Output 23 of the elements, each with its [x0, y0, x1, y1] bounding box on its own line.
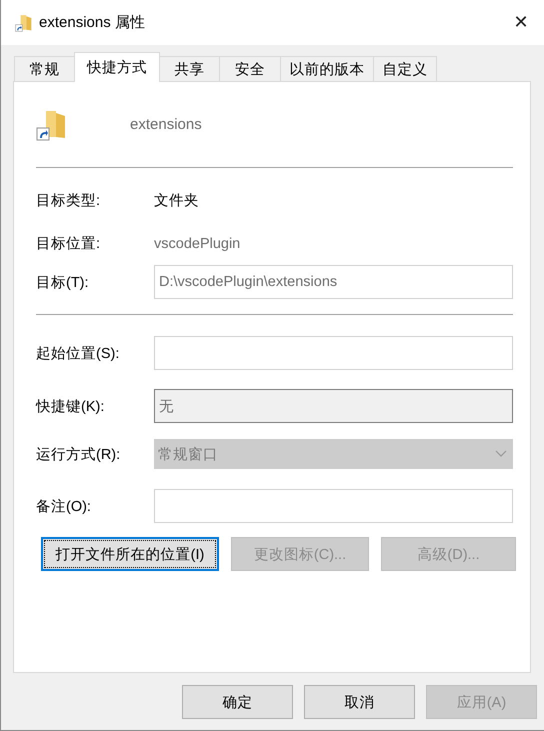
shortcut-name: extensions: [130, 116, 202, 133]
field-label: 目标类型:: [36, 192, 102, 210]
chevron-down-icon: [495, 450, 507, 458]
close-icon[interactable]: ✕: [498, 12, 544, 33]
input-field[interactable]: [154, 489, 513, 523]
action-button[interactable]: 打开文件所在的位置(I): [41, 537, 219, 571]
tab[interactable]: 快捷方式: [74, 52, 160, 82]
field-label: 备注(O):: [36, 498, 92, 516]
field-label: 快捷键(K):: [36, 398, 106, 416]
tab[interactable]: 自定义: [373, 56, 437, 81]
folder-shortcut-icon: [15, 14, 33, 32]
field-label: 运行方式(R):: [36, 446, 122, 464]
tab[interactable]: 常规: [14, 56, 75, 81]
folder-shortcut-icon: [36, 108, 68, 140]
window-title: extensions 属性: [39, 13, 146, 32]
info-value: 文件夹: [154, 192, 199, 210]
field-label: 目标(T):: [36, 274, 90, 292]
input-field[interactable]: [154, 336, 513, 370]
dialog-button[interactable]: 确定: [182, 685, 293, 719]
dialog-button[interactable]: 取消: [304, 685, 415, 719]
info-value: vscodePlugin: [154, 236, 240, 252]
field-label: 起始位置(S):: [36, 344, 120, 362]
field-label: 目标位置:: [36, 235, 102, 253]
